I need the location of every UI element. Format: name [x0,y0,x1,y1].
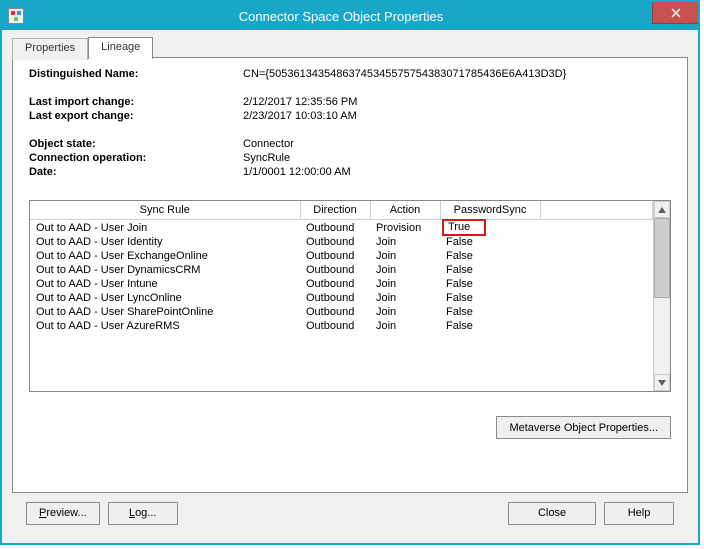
cell-action: Join [370,305,440,319]
cell-filler [540,291,653,305]
metaverse-properties-button[interactable]: Metaverse Object Properties... [496,416,671,439]
scroll-up-icon[interactable] [654,201,670,218]
log-button[interactable]: Log... [108,502,178,525]
object-state-label: Object state: [29,138,239,150]
cell-filler [540,319,653,333]
cell-filler [540,249,653,263]
cell-filler [540,235,653,249]
date-label: Date: [29,166,239,178]
client-area: Properties Lineage Distinguished Name: C… [2,30,698,543]
vertical-scrollbar[interactable] [653,201,670,391]
table-row[interactable]: Out to AAD - User AzureRMSOutboundJoinFa… [30,319,653,333]
cell-direction: Outbound [300,263,370,277]
cell-passwordsync: False [440,263,540,277]
cell-passwordsync: True [440,220,540,236]
conn-op-value: SyncRule [243,152,671,164]
grid-header-row[interactable]: Sync Rule Direction Action PasswordSync [30,201,653,220]
close-button[interactable]: Close [508,502,596,525]
table-row[interactable]: Out to AAD - User DynamicsCRMOutboundJoi… [30,263,653,277]
cell-direction: Outbound [300,291,370,305]
cell-syncrule: Out to AAD - User SharePointOnline [30,305,300,319]
col-direction[interactable]: Direction [300,201,370,220]
cell-passwordsync: False [440,305,540,319]
preview-button[interactable]: Preview... [26,502,100,525]
cell-syncrule: Out to AAD - User LyncOnline [30,291,300,305]
cell-syncrule: Out to AAD - User Identity [30,235,300,249]
last-export-value: 2/23/2017 10:03:10 AM [243,110,671,122]
last-export-label: Last export change: [29,110,239,122]
cell-passwordsync: False [440,291,540,305]
cell-filler [540,220,653,236]
tab-strip: Properties Lineage [12,36,688,58]
col-action[interactable]: Action [370,201,440,220]
cell-passwordsync: False [440,319,540,333]
cell-action: Join [370,235,440,249]
date-value: 1/1/0001 12:00:00 AM [243,166,671,178]
scroll-down-icon[interactable] [654,374,670,391]
app-icon [8,8,24,24]
table-row[interactable]: Out to AAD - User IdentityOutboundJoinFa… [30,235,653,249]
window-frame: Connector Space Object Properties Proper… [0,0,700,545]
cell-action: Join [370,263,440,277]
metadata-grid: Distinguished Name: CN={5053613435486374… [29,68,671,178]
cell-direction: Outbound [300,235,370,249]
cell-syncrule: Out to AAD - User DynamicsCRM [30,263,300,277]
scroll-thumb[interactable] [654,218,670,298]
cell-syncrule: Out to AAD - User Intune [30,277,300,291]
cell-action: Join [370,291,440,305]
conn-op-label: Connection operation: [29,152,239,164]
close-icon[interactable] [652,2,698,24]
cell-passwordsync: False [440,277,540,291]
cell-syncrule: Out to AAD - User AzureRMS [30,319,300,333]
cell-syncrule: Out to AAD - User ExchangeOnline [30,249,300,263]
highlighted-passwordsync-true: True [442,219,486,236]
cell-action: Join [370,319,440,333]
tab-properties[interactable]: Properties [12,38,88,60]
cell-direction: Outbound [300,319,370,333]
table-row[interactable]: Out to AAD - User ExchangeOnlineOutbound… [30,249,653,263]
col-passwordsync[interactable]: PasswordSync [440,201,540,220]
cell-action: Join [370,249,440,263]
tab-page-lineage: Distinguished Name: CN={5053613435486374… [12,57,688,493]
object-state-value: Connector [243,138,671,150]
cell-action: Provision [370,220,440,236]
table-row[interactable]: Out to AAD - User LyncOnlineOutboundJoin… [30,291,653,305]
cell-direction: Outbound [300,220,370,236]
table-row[interactable]: Out to AAD - User JoinOutboundProvisionT… [30,220,653,236]
table-row[interactable]: Out to AAD - User IntuneOutboundJoinFals… [30,277,653,291]
tab-lineage[interactable]: Lineage [88,37,153,59]
cell-passwordsync: False [440,235,540,249]
cell-direction: Outbound [300,249,370,263]
cell-filler [540,305,653,319]
cell-syncrule: Out to AAD - User Join [30,220,300,236]
table-row[interactable]: Out to AAD - User SharePointOnlineOutbou… [30,305,653,319]
scroll-track[interactable] [654,298,670,374]
cell-action: Join [370,277,440,291]
last-import-value: 2/12/2017 12:35:56 PM [243,96,671,108]
cell-filler [540,263,653,277]
titlebar[interactable]: Connector Space Object Properties [2,2,698,30]
dn-value: CN={505361343548637453455757543830717854… [243,68,671,80]
sync-rule-grid: Sync Rule Direction Action PasswordSync … [29,200,671,392]
col-sync-rule[interactable]: Sync Rule [30,201,300,220]
cell-filler [540,277,653,291]
last-import-label: Last import change: [29,96,239,108]
help-button[interactable]: Help [604,502,674,525]
window-title: Connector Space Object Properties [24,9,698,24]
cell-passwordsync: False [440,249,540,263]
col-filler [540,201,653,220]
cell-direction: Outbound [300,277,370,291]
cell-direction: Outbound [300,305,370,319]
bottom-button-bar: Preview... Log... Close Help [12,493,688,533]
dn-label: Distinguished Name: [29,68,239,80]
